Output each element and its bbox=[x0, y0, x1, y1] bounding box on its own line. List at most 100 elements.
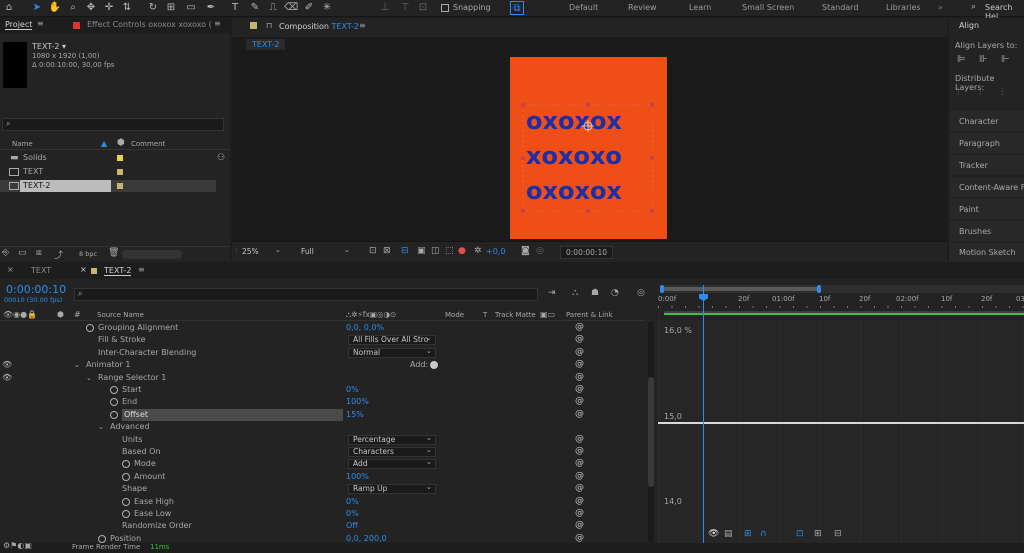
show-snapshot-icon[interactable]: ◎ bbox=[536, 246, 544, 256]
snap-icon[interactable]: ∩ bbox=[760, 529, 767, 539]
lock-icon[interactable]: ⊓ bbox=[266, 21, 272, 30]
panel-menu-icon[interactable]: ≡ bbox=[37, 19, 44, 28]
transform-box-icon[interactable]: ⊞ bbox=[744, 529, 752, 539]
zoom-dropdown[interactable]: 25% bbox=[237, 246, 285, 257]
puppet-tool-icon[interactable]: ✳ bbox=[320, 1, 334, 15]
rectangle-tool-icon[interactable]: ▭ bbox=[184, 1, 198, 15]
property-row[interactable]: End 100% @ bbox=[0, 396, 645, 408]
property-row[interactable]: Ease High 0% @ bbox=[0, 496, 645, 508]
property-value[interactable]: 0% bbox=[346, 496, 359, 508]
selection-tool-icon[interactable]: ➤ bbox=[30, 1, 44, 15]
safe-margins-icon[interactable]: ▣ bbox=[417, 246, 426, 256]
type-tool-icon[interactable]: T bbox=[228, 1, 242, 15]
stopwatch-icon[interactable] bbox=[122, 497, 130, 506]
align-title[interactable]: Align bbox=[959, 21, 979, 30]
thumbnail-scrollbar[interactable] bbox=[122, 250, 182, 259]
roto-brush-icon[interactable]: ✐ bbox=[302, 1, 316, 15]
property-dropdown[interactable]: Percentage bbox=[348, 434, 436, 445]
draft-3d-icon[interactable]: ⛬ bbox=[572, 288, 578, 298]
dolly-camera-icon[interactable]: ⇅ bbox=[120, 1, 134, 15]
panel-menu-icon[interactable]: ≡ bbox=[138, 265, 145, 274]
col-parent-link[interactable]: Parent & Link bbox=[566, 311, 613, 319]
stopwatch-icon[interactable] bbox=[98, 534, 106, 543]
panel-content-aware-fill[interactable]: Content-Aware Fil bbox=[949, 177, 1024, 197]
property-value[interactable]: 100% bbox=[346, 471, 369, 483]
property-value[interactable]: 15% bbox=[346, 409, 364, 421]
render-queue-icon[interactable]: ⤴ bbox=[54, 248, 63, 261]
expression-pickwhip-icon[interactable]: @ bbox=[575, 383, 584, 395]
motion-blur-icon[interactable]: ◔ bbox=[611, 288, 619, 298]
twirl-down-icon[interactable]: ⌄ bbox=[86, 372, 92, 384]
workspace-default[interactable]: Default bbox=[569, 3, 598, 12]
show-properties-icon[interactable]: 👁 bbox=[708, 529, 719, 539]
expression-pickwhip-icon[interactable]: @ bbox=[575, 395, 584, 407]
col-t[interactable]: T bbox=[483, 311, 487, 319]
expression-pickwhip-icon[interactable]: @ bbox=[575, 333, 584, 345]
playhead-line[interactable] bbox=[703, 285, 704, 553]
panel-paint[interactable]: Paint bbox=[949, 199, 1024, 219]
project-item-text[interactable]: TEXT bbox=[0, 166, 230, 178]
rotation-tool-icon[interactable]: ↻ bbox=[146, 1, 160, 15]
shy-layers-icon[interactable]: ☗ bbox=[591, 288, 599, 298]
3d-view-icon[interactable]: ⬚ bbox=[445, 246, 454, 256]
eraser-tool-icon[interactable]: ⌫ bbox=[284, 1, 298, 15]
project-search-input[interactable]: ⌕ bbox=[2, 118, 224, 131]
home-icon[interactable]: ⌂ bbox=[2, 1, 16, 15]
workspace-menu-icon[interactable]: » bbox=[938, 3, 943, 12]
twirl-down-icon[interactable]: ⌄ bbox=[98, 421, 104, 433]
property-dropdown[interactable]: Characters bbox=[348, 446, 436, 457]
expression-pickwhip-icon[interactable]: @ bbox=[575, 495, 584, 507]
fit-selection-icon[interactable]: ⊡ bbox=[796, 529, 804, 539]
project-item-solids[interactable]: ▬ Solids ⚇ bbox=[0, 152, 230, 164]
timeline-search-input[interactable]: ⌕ bbox=[74, 288, 538, 301]
expression-pickwhip-icon[interactable]: @ bbox=[575, 470, 584, 482]
label-tag-icon[interactable]: ⬢ bbox=[117, 138, 125, 148]
interpret-footage-icon[interactable]: ⎆ bbox=[2, 248, 9, 258]
property-dropdown[interactable]: All Fills Over All Stro bbox=[348, 334, 436, 346]
close-icon[interactable]: × bbox=[7, 265, 14, 274]
comp-breadcrumb[interactable]: TEXT-2 bbox=[246, 39, 286, 50]
offset-value-graph-line[interactable] bbox=[658, 422, 1024, 424]
stopwatch-icon[interactable] bbox=[122, 510, 130, 518]
property-row[interactable]: Mode Add @ bbox=[0, 458, 645, 470]
new-folder-icon[interactable]: ▭ bbox=[18, 248, 27, 258]
transparency-grid-icon[interactable]: ⊠ bbox=[383, 246, 391, 256]
pen-tool-icon[interactable]: ✒ bbox=[204, 1, 218, 15]
show-channel-icon[interactable]: ● bbox=[458, 246, 466, 256]
property-value[interactable]: 0% bbox=[346, 508, 359, 520]
expression-pickwhip-icon[interactable]: @ bbox=[575, 519, 584, 531]
stopwatch-icon[interactable] bbox=[110, 398, 118, 407]
expression-pickwhip-icon[interactable]: @ bbox=[575, 321, 584, 333]
work-area-range[interactable] bbox=[662, 287, 820, 291]
distribute-bottom-icon[interactable]: ⫶ bbox=[1001, 87, 1004, 98]
hand-tool-icon[interactable]: ✋ bbox=[48, 1, 62, 15]
panel-character[interactable]: Character bbox=[949, 111, 1024, 131]
property-row[interactable]: Shape Ramp Up @ bbox=[0, 483, 645, 495]
property-row[interactable]: Ease Low 0% @ bbox=[0, 508, 645, 520]
video-visibility-icon[interactable]: 👁 bbox=[2, 359, 12, 371]
stopwatch-icon[interactable] bbox=[86, 324, 94, 332]
sort-ascending-icon[interactable]: ▲ bbox=[101, 139, 107, 148]
clone-stamp-icon[interactable]: ⎍ bbox=[266, 1, 280, 15]
add-animator-button[interactable] bbox=[430, 361, 438, 370]
expression-pickwhip-icon[interactable]: @ bbox=[575, 346, 584, 358]
layer-duration-bar[interactable] bbox=[664, 311, 1024, 315]
pan-camera-icon[interactable]: ✛ bbox=[102, 1, 116, 15]
brush-tool-icon[interactable]: ✎ bbox=[248, 1, 262, 15]
local-axis-icon[interactable]: ⊥ bbox=[378, 1, 392, 15]
comp-canvas[interactable]: oxoxox xoxoxo oxoxox bbox=[510, 57, 667, 239]
current-time-field[interactable]: 0:00:00:10 bbox=[560, 246, 613, 259]
col-source-name[interactable]: Source Name bbox=[97, 311, 144, 319]
panel-menu-icon[interactable]: ≡ bbox=[214, 19, 221, 28]
workspace-small-screen[interactable]: Small Screen bbox=[742, 3, 794, 12]
property-row[interactable]: Start 0% @ bbox=[0, 384, 645, 396]
expression-pickwhip-icon[interactable]: @ bbox=[575, 445, 584, 457]
tab-timeline-text-2[interactable]: TEXT-2 bbox=[104, 266, 132, 276]
footer-toggle-icons[interactable]: ⚙⚑◐▣ bbox=[3, 541, 32, 550]
expression-pickwhip-icon[interactable]: @ bbox=[575, 371, 584, 383]
expression-pickwhip-icon[interactable]: @ bbox=[575, 433, 584, 445]
distribute-middle-icon[interactable]: ⫶ bbox=[979, 87, 982, 98]
panel-tracker[interactable]: Tracker bbox=[949, 155, 1024, 175]
col-comment[interactable]: Comment bbox=[131, 140, 165, 148]
property-row[interactable]: Randomize Order Off @ bbox=[0, 520, 645, 532]
